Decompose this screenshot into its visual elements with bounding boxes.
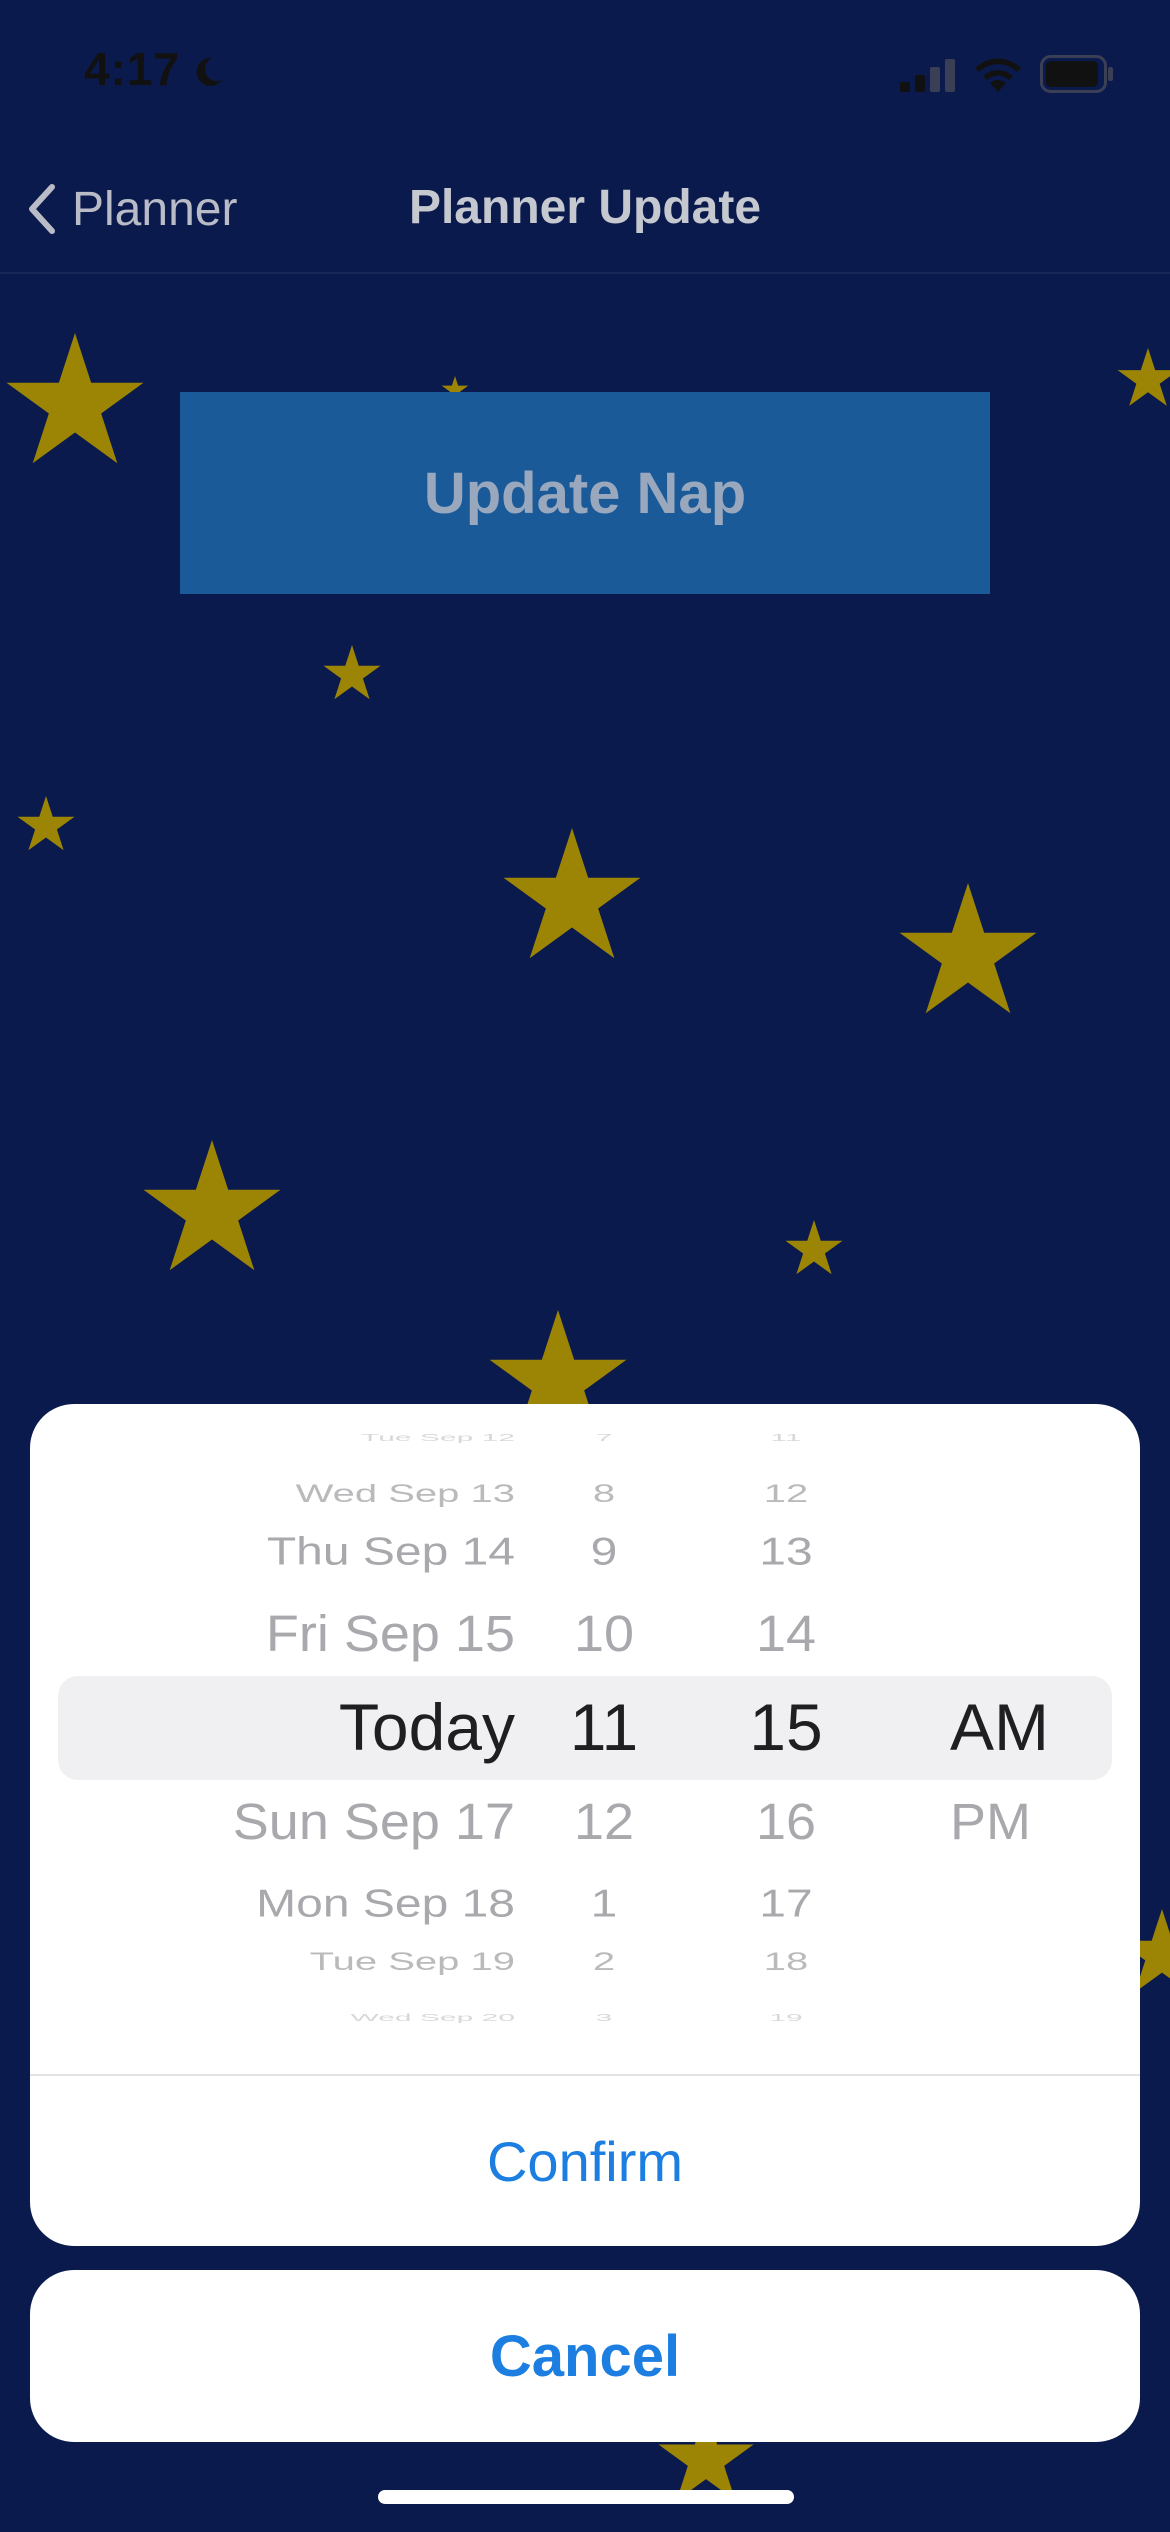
navigation-bar: Planner Planner Update — [0, 150, 1170, 274]
home-indicator — [378, 2490, 794, 2504]
page-title: Planner Update — [408, 181, 762, 234]
battery-icon — [1040, 55, 1113, 93]
date-time-picker[interactable]: Tue Sep 12 Wed Sep 13 Thu Sep 14 Fri Sep 15… — [30, 1404, 1140, 2074]
ampm-option[interactable]: PM — [950, 1791, 1031, 1853]
update-nap-button[interactable]: Update Nap — [180, 392, 990, 594]
cellular-signal-icon — [900, 59, 955, 92]
cancel-button[interactable]: Cancel — [30, 2270, 1140, 2442]
ampm-option[interactable]: AM — [950, 1688, 1049, 1767]
date-time-picker-sheet: Tue Sep 12 Wed Sep 13 Thu Sep 14 Fri Sep 15… — [30, 1404, 1140, 2246]
status-time: 4:17 — [84, 43, 181, 95]
confirm-button[interactable]: Confirm — [30, 2076, 1140, 2246]
wifi-icon — [975, 58, 1021, 92]
status-bar: 4:17 — [0, 0, 1170, 150]
moon-icon — [196, 57, 222, 86]
ampm-wheel[interactable]: AM PM — [30, 1404, 1140, 2074]
